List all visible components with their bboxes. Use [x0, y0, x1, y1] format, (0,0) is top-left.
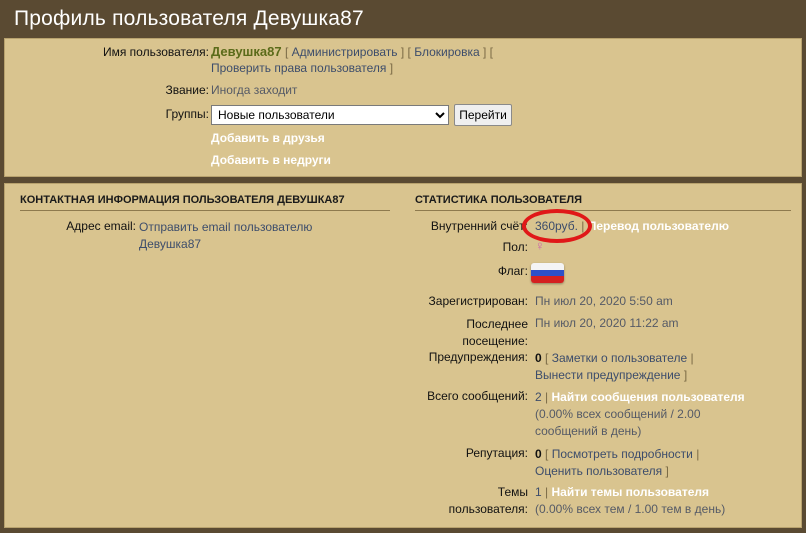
ban-link[interactable]: Блокировка	[414, 45, 479, 59]
email-label: Адрес email:	[66, 219, 136, 233]
last-visit-label-line2: посещение:	[462, 334, 528, 348]
email-link[interactable]: Отправить email пользователю Девушка87	[139, 219, 312, 253]
gender-label: Пол:	[502, 240, 528, 254]
posts-row: 2 | Найти сообщения пользователя (0.00% …	[535, 390, 745, 438]
email-link-line2[interactable]: Девушка87	[139, 237, 201, 251]
russia-flag-icon	[531, 263, 564, 283]
reputation-row: 0 [ Посмотреть подробности | Оценить пол…	[535, 447, 700, 478]
username-link[interactable]: Девушка87	[211, 44, 282, 59]
warnings-row: 0 [ Заметки о пользователе | Вынести пре…	[535, 351, 694, 382]
reputation-count: 0	[535, 447, 542, 461]
last-visit-label: Последнее посещение:	[462, 316, 528, 350]
posts-stats-line1: (0.00% всех сообщений / 2.00	[535, 407, 701, 421]
posts-count[interactable]: 2	[535, 390, 542, 404]
transfer-link[interactable]: Перевод пользователю	[588, 219, 729, 233]
email-link-line1[interactable]: Отправить email пользователю	[139, 220, 312, 234]
find-topics-link[interactable]: Найти темы пользователя	[552, 485, 710, 499]
account-label: Внутренний счёт:	[430, 219, 528, 233]
rep-details-link[interactable]: Посмотреть подробности	[552, 447, 693, 461]
warnings-count: 0	[535, 351, 542, 365]
add-foe-link[interactable]: Добавить в недруги	[211, 153, 331, 167]
profile-summary-panel: Имя пользователя: Девушка87 [ Администри…	[4, 38, 802, 177]
page-title: Профиль пользователя Девушка87	[14, 7, 364, 30]
topics-label-line2: пользователя:	[448, 502, 528, 516]
last-visit-value: Пн июл 20, 2020 11:22 am	[535, 316, 679, 330]
go-button[interactable]: Перейти	[454, 104, 512, 126]
add-friend-link[interactable]: Добавить в друзья	[211, 131, 325, 145]
stats-section-heading: Статистика пользователя	[415, 194, 791, 211]
notes-link[interactable]: Заметки о пользователе	[552, 351, 687, 365]
registered-value: Пн июл 20, 2020 5:50 am	[535, 294, 673, 308]
registered-label: Зарегистрирован:	[428, 294, 528, 308]
groups-select[interactable]: Новые пользователи	[211, 105, 449, 125]
contact-section-heading: Контактная информация пользователя Девуш…	[20, 194, 390, 211]
find-posts-link[interactable]: Найти сообщения пользователя	[552, 390, 745, 404]
rank-label: Звание:	[165, 83, 210, 97]
admin-link[interactable]: Администрировать	[292, 45, 398, 59]
account-value[interactable]: 360руб.	[535, 219, 578, 233]
groups-label: Группы:	[165, 107, 209, 121]
flag-label: Флаг:	[497, 264, 528, 278]
topics-label-line1: Темы	[497, 485, 528, 499]
last-visit-label-line1: Последнее	[466, 317, 528, 331]
topics-label: Темы пользователя:	[449, 484, 528, 518]
topics-row: 1 | Найти темы пользователя (0.00% всех …	[535, 485, 726, 516]
check-rights-link[interactable]: Проверить права пользователя	[211, 61, 386, 75]
posts-label: Всего сообщений:	[427, 389, 528, 403]
username-label: Имя пользователя:	[102, 45, 209, 59]
posts-stats-line2: сообщений в день)	[535, 424, 642, 438]
warnings-label: Предупреждения:	[428, 350, 528, 364]
rate-user-link[interactable]: Оценить пользователя	[535, 464, 662, 478]
topics-stats: (0.00% всех тем / 1.00 тем в день)	[535, 502, 726, 516]
rank-value: Иногда заходит	[211, 83, 298, 97]
account-row: 360руб. | Перевод пользователю	[535, 219, 729, 233]
female-icon: ♀	[535, 238, 545, 253]
topics-count[interactable]: 1	[535, 485, 542, 499]
reputation-label: Репутация:	[465, 446, 528, 460]
username-row: Девушка87 [ Администрировать ] [ Блокиро…	[211, 44, 494, 75]
remove-warning-link[interactable]: Вынести предупреждение	[535, 368, 680, 382]
